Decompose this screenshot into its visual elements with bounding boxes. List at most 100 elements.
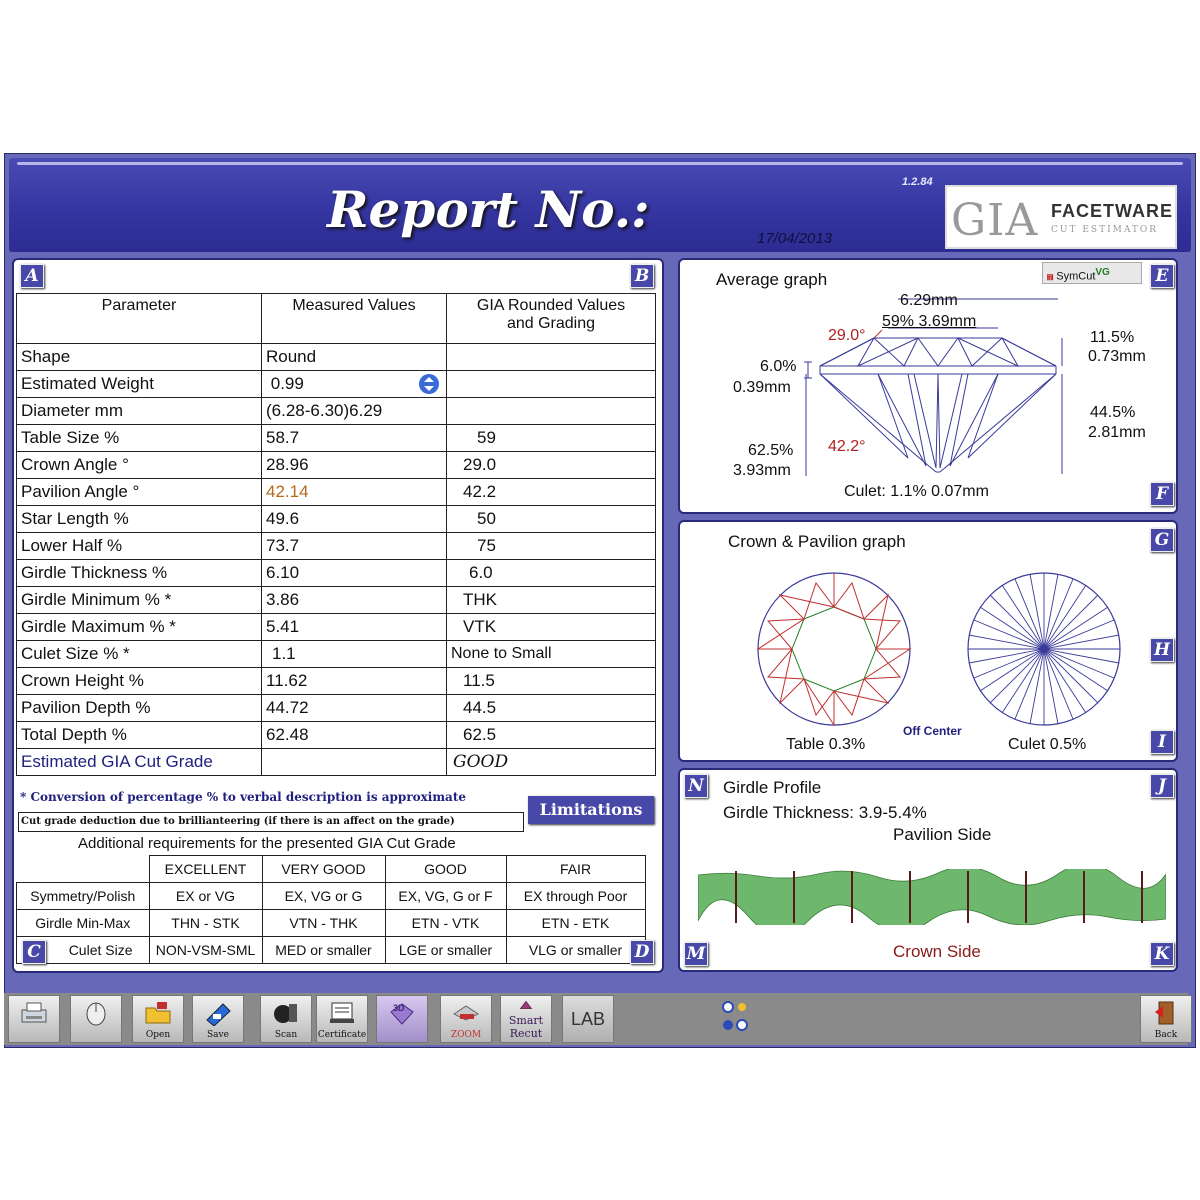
mouse-icon	[86, 1002, 106, 1026]
lab-button[interactable]: LAB	[562, 995, 614, 1043]
panel-letter-m[interactable]: M	[684, 942, 708, 966]
back-button[interactable]: Back	[1140, 995, 1192, 1043]
panel-letter-b[interactable]: B	[630, 264, 654, 288]
table-row-cut-grade: Estimated GIA Cut Grade GOOD	[16, 748, 656, 776]
req-value: THN - STK	[148, 909, 263, 937]
table-row: Girdle Maximum % * 5.41 VTK	[16, 613, 656, 641]
panel-letter-k[interactable]: K	[1150, 942, 1174, 966]
header-graded: GIA Rounded Values and Grading	[446, 293, 656, 344]
graded-value: 42.2	[446, 478, 656, 506]
measured-value	[261, 748, 447, 776]
table-row: Pavilion Depth % 44.72 44.5	[16, 694, 656, 722]
smart-recut-button[interactable]: Smart Recut	[500, 995, 552, 1043]
table-header-row: Parameter Measured Values GIA Rounded Va…	[16, 293, 656, 344]
limitations-button[interactable]: Limitations	[528, 796, 654, 824]
measured-value: (6.28-6.30)6.29	[261, 397, 447, 425]
table-row: Pavilion Angle ° 42.14 42.2	[16, 478, 656, 506]
req-value: LGE or smaller	[384, 936, 507, 964]
requirements-row: Culet Size NON-VSM-SML MED or smaller LG…	[16, 936, 646, 964]
pavilion-depth-pct-label: 44.5%	[1090, 404, 1136, 421]
panel-letter-n[interactable]: N	[684, 774, 708, 798]
crown-pavilion-title: Crown & Pavilion graph	[728, 532, 906, 551]
off-center-label: Off Center	[903, 724, 962, 738]
measured-value: 11.62	[261, 667, 447, 695]
header-measured: Measured Values	[261, 293, 447, 344]
save-button[interactable]: Save	[192, 995, 244, 1043]
pavilion-angle-label: 42.2°	[828, 438, 866, 455]
measured-value: 62.48	[261, 721, 447, 749]
logo-cut-estimator-text: CUT ESTIMATOR	[1051, 225, 1159, 235]
scan-button[interactable]: Scan	[260, 995, 312, 1043]
table-row: Shape Round	[16, 343, 656, 371]
back-door-icon	[1155, 1001, 1174, 1025]
measured-value-weight: 0.99	[261, 370, 447, 398]
logo-gia-text: GIA	[951, 195, 1039, 246]
col-excellent: EXCELLENT	[148, 855, 263, 883]
param-label: Girdle Maximum % *	[16, 613, 262, 641]
print-button[interactable]	[8, 995, 60, 1043]
mouse-button[interactable]	[70, 995, 122, 1043]
version-label: 1.2.84	[902, 176, 933, 188]
bottom-toolbar: Open Save Scan Certificate 3D ZOOM Smart…	[4, 993, 1192, 1045]
panel-letter-h[interactable]: H	[1150, 638, 1174, 662]
save-disk-icon	[206, 1003, 231, 1026]
graded-value: 44.5	[446, 694, 656, 722]
panel-letter-g[interactable]: G	[1150, 528, 1174, 552]
parameters-table: Parameter Measured Values GIA Rounded Va…	[16, 293, 656, 776]
save-label: Save	[207, 1030, 229, 1040]
zoom-button[interactable]: ZOOM	[440, 995, 492, 1043]
req-value: ETN - ETK	[505, 909, 646, 937]
graded-value: THK	[446, 586, 656, 614]
param-label: Total Depth %	[16, 721, 262, 749]
table-row: Girdle Thickness % 6.10 6.0	[16, 559, 656, 587]
panel-letter-a[interactable]: A	[20, 264, 44, 288]
lab-label: LAB	[570, 1009, 606, 1029]
open-button[interactable]: Open	[132, 995, 184, 1043]
panel-letter-d[interactable]: D	[630, 940, 654, 964]
requirements-header-row: EXCELLENT VERY GOOD GOOD FAIR	[16, 855, 646, 883]
req-label: Girdle Min-Max	[16, 909, 150, 937]
zoom-icon	[453, 1005, 479, 1021]
total-depth-mm-label: 3.93mm	[733, 462, 791, 479]
measured-value: 58.7	[261, 424, 447, 452]
req-value: VTN - THK	[261, 909, 386, 937]
table-row: Crown Height % 11.62 11.5	[16, 667, 656, 695]
header-graded-line2: and Grading	[506, 315, 596, 332]
pavilion-depth-mm-label: 2.81mm	[1088, 424, 1146, 441]
req-value: MED or smaller	[261, 936, 386, 964]
girdle-mm-label: 0.39mm	[733, 379, 791, 396]
requirements-row: Girdle Min-Max THN - STK VTN - THK ETN -…	[16, 909, 646, 937]
culet-label: Culet: 1.1% 0.07mm	[844, 483, 989, 500]
girdle-pct-label: 6.0%	[760, 358, 797, 375]
printer-icon	[21, 1002, 47, 1023]
table-row: Culet Size % * 1.1 None to Small	[16, 640, 656, 668]
measured-value: 3.86	[261, 586, 447, 614]
scan-label: Scan	[274, 1030, 298, 1040]
crown-top-view	[756, 572, 912, 727]
req-label: Symmetry/Polish	[16, 882, 150, 910]
header-parameter: Parameter	[16, 293, 262, 344]
panel-letter-c[interactable]: C	[22, 940, 46, 964]
req-value: VLG or smaller	[505, 936, 646, 964]
3d-view-button[interactable]: 3D	[376, 995, 428, 1043]
settings-button[interactable]	[716, 995, 756, 1041]
certificate-button[interactable]: Certificate	[316, 995, 368, 1043]
table-row: Total Depth % 62.48 62.5	[16, 721, 656, 749]
req-value: EX, VG, G or F	[384, 882, 507, 910]
weight-stepper-icon[interactable]	[418, 373, 440, 395]
col-very-good: VERY GOOD	[261, 855, 386, 883]
param-label: Girdle Minimum % *	[16, 586, 262, 614]
graded-value	[446, 343, 656, 371]
panel-letter-i[interactable]: I	[1150, 730, 1174, 754]
crown-height-mm-label: 0.73mm	[1088, 348, 1146, 365]
header-divider	[17, 162, 1183, 165]
table-row: Star Length % 49.6 50	[16, 505, 656, 533]
graded-value: 11.5	[446, 667, 656, 695]
req-value: EX or VG	[148, 882, 263, 910]
measured-value: Round	[261, 343, 447, 371]
panel-letter-j[interactable]: J	[1150, 774, 1174, 798]
logo-facetware-text: FACETWARE	[1051, 201, 1174, 221]
crown-side-label: Crown Side	[893, 942, 981, 961]
scanner-icon	[274, 1004, 297, 1023]
svg-text:3D: 3D	[393, 1003, 405, 1013]
